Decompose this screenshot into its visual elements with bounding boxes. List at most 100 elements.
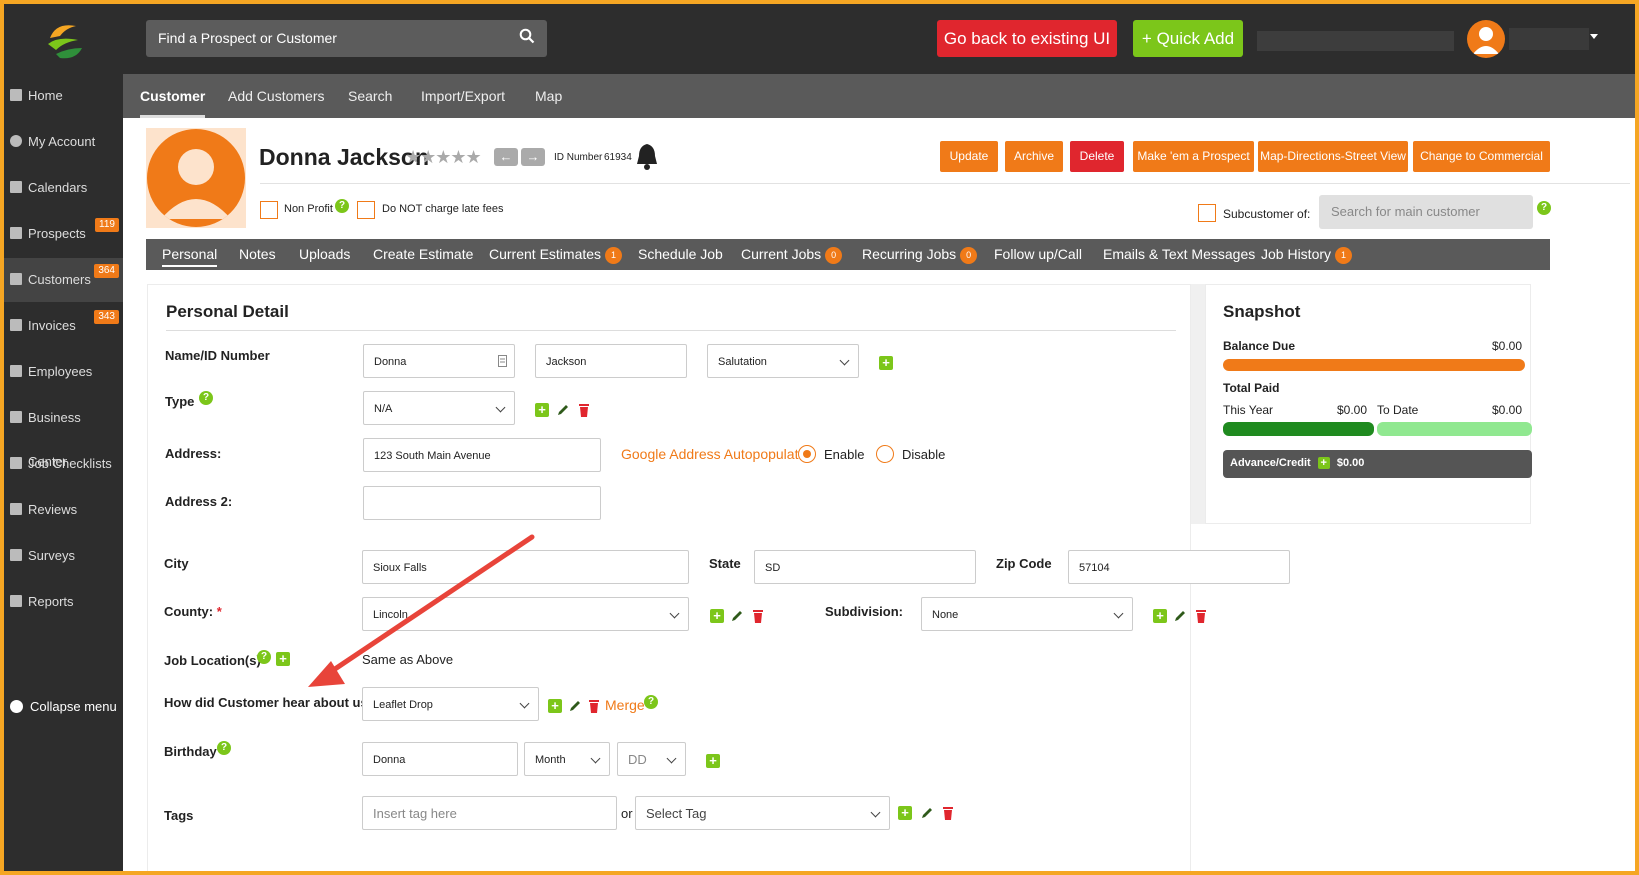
hear-about-select[interactable]: Leaflet Drop (362, 687, 539, 721)
tab-schedule-job[interactable]: Schedule Job (638, 239, 723, 270)
this-year-value: $0.00 (1337, 403, 1368, 417)
help-icon[interactable]: ? (1537, 201, 1551, 215)
sidebar-item-my-account[interactable]: My Account (4, 120, 123, 164)
trash-icon[interactable] (752, 609, 764, 623)
logo-icon[interactable] (42, 18, 88, 64)
tab-uploads[interactable]: Uploads (299, 239, 350, 270)
sidebar-item-reviews[interactable]: Reviews (4, 488, 123, 532)
county-select[interactable]: Lincoln (362, 597, 689, 631)
tab-recurring-jobs[interactable]: Recurring Jobs 0 (862, 239, 978, 270)
edit-pencil-icon[interactable] (556, 403, 570, 417)
sidebar-item-label: Job Checklists (28, 456, 112, 471)
archive-button[interactable]: Archive (1005, 141, 1063, 172)
sidebar-item-employees[interactable]: Employees (4, 350, 123, 394)
sidebar-item-job-checklists[interactable]: Job Checklists (4, 442, 123, 486)
subdivision-select[interactable]: None (921, 597, 1133, 631)
tab-notes[interactable]: Notes (239, 239, 276, 270)
edit-pencil-icon[interactable] (568, 699, 582, 713)
tab-personal[interactable]: Personal (162, 239, 218, 270)
change-to-commercial-button[interactable]: Change to Commercial (1413, 141, 1550, 172)
tab-customer[interactable]: Customer (140, 74, 206, 118)
birthday-field[interactable]: Donna (362, 742, 518, 776)
tab-create-estimate[interactable]: Create Estimate (373, 239, 473, 270)
sidebar-item-customers[interactable]: Customers 364 (4, 258, 123, 302)
tab-emails-text-messages[interactable]: Emails & Text Messages (1103, 239, 1255, 270)
disable-label: Disable (902, 447, 946, 462)
add-credit-icon[interactable]: + (1317, 457, 1330, 469)
sidebar-item-business-center[interactable]: Business Center (4, 396, 123, 469)
delete-button[interactable]: Delete (1070, 141, 1124, 172)
trash-icon[interactable] (942, 806, 954, 820)
birthday-day-select[interactable]: DD (617, 742, 686, 776)
previous-customer-arrow-icon[interactable]: ← (494, 148, 518, 166)
map-directions-button[interactable]: Map-Directions-Street View (1258, 141, 1408, 172)
search-icon[interactable] (519, 28, 535, 44)
add-icon[interactable]: + (710, 609, 724, 623)
tab-follow-up-call[interactable]: Follow up/Call (994, 239, 1082, 270)
trash-icon[interactable] (578, 403, 590, 417)
add-job-location-icon[interactable]: + (276, 652, 290, 666)
tab-job-history[interactable]: Job History 1 (1261, 239, 1353, 270)
help-icon[interactable]: ? (217, 741, 231, 755)
tab-import-export[interactable]: Import/Export (421, 74, 505, 118)
zip-code-field[interactable]: 57104 (1068, 550, 1290, 584)
select-tag-select[interactable]: Select Tag (635, 796, 890, 830)
collapse-menu-button[interactable]: Collapse menu (4, 692, 123, 722)
tab-current-estimates[interactable]: Current Estimates 1 (489, 239, 623, 270)
type-select[interactable]: N/A (363, 391, 515, 425)
sidebar-item-home[interactable]: Home (4, 74, 123, 118)
search-input[interactable]: Find a Prospect or Customer (146, 20, 547, 57)
tab-search[interactable]: Search (348, 74, 392, 118)
address-field[interactable]: 123 South Main Avenue (363, 438, 601, 472)
edit-pencil-icon[interactable] (730, 609, 744, 623)
non-profit-checkbox[interactable] (260, 201, 278, 219)
trash-icon[interactable] (1195, 609, 1207, 623)
disable-radio[interactable] (876, 445, 894, 463)
sidebar-item-calendars[interactable]: Calendars (4, 166, 123, 210)
tab-add-customers[interactable]: Add Customers (228, 74, 324, 118)
edit-pencil-icon[interactable] (1173, 609, 1187, 623)
next-customer-arrow-icon[interactable]: → (521, 148, 545, 166)
help-icon[interactable]: ? (335, 199, 349, 213)
add-icon[interactable]: + (879, 356, 893, 370)
birthday-month-select[interactable]: Month (524, 742, 610, 776)
merge-link[interactable]: Merge (605, 697, 645, 713)
tab-current-jobs[interactable]: Current Jobs 0 (741, 239, 843, 270)
trash-icon[interactable] (588, 699, 600, 713)
add-icon[interactable]: + (535, 403, 549, 417)
add-icon[interactable]: + (898, 806, 912, 820)
add-icon[interactable]: + (1153, 609, 1167, 623)
help-icon[interactable]: ? (644, 695, 658, 709)
help-icon[interactable]: ? (199, 391, 213, 405)
tag-input[interactable]: Insert tag here (362, 796, 617, 830)
sidebar-item-prospects[interactable]: Prospects 119 (4, 212, 123, 256)
tab-label: Notes (239, 246, 276, 262)
salutation-select[interactable]: Salutation (707, 344, 859, 378)
no-late-fees-checkbox[interactable] (357, 201, 375, 219)
update-button[interactable]: Update (940, 141, 998, 172)
city-field[interactable]: Sioux Falls (362, 550, 689, 584)
address2-field[interactable] (363, 486, 601, 520)
edit-pencil-icon[interactable] (920, 806, 934, 820)
customer-photo[interactable] (146, 128, 246, 228)
last-name-field[interactable]: Jackson (535, 344, 687, 378)
add-icon[interactable]: + (706, 754, 720, 768)
subcustomer-search-input[interactable]: Search for main customer (1319, 195, 1533, 229)
enable-radio[interactable] (798, 445, 816, 463)
sidebar-item-surveys[interactable]: Surveys (4, 534, 123, 578)
state-field[interactable]: SD (754, 550, 976, 584)
bell-icon[interactable] (635, 142, 659, 170)
sidebar-item-invoices[interactable]: Invoices 343 (4, 304, 123, 348)
add-icon[interactable]: + (548, 699, 562, 713)
subcustomer-checkbox[interactable] (1198, 204, 1216, 222)
make-prospect-button[interactable]: Make 'em a Prospect (1133, 141, 1254, 172)
rating-stars-icon[interactable]: ★★★★★ (405, 147, 482, 168)
quick-add-button[interactable]: + Quick Add (1133, 20, 1243, 57)
tab-map[interactable]: Map (535, 74, 562, 118)
user-menu-caret-icon[interactable] (1590, 34, 1598, 39)
sidebar-item-reports[interactable]: Reports (4, 580, 123, 624)
user-avatar-icon[interactable] (1467, 20, 1505, 58)
go-back-existing-ui-button[interactable]: Go back to existing UI (937, 20, 1117, 57)
first-name-field[interactable]: Donna (363, 344, 515, 378)
help-icon[interactable]: ? (257, 650, 271, 664)
